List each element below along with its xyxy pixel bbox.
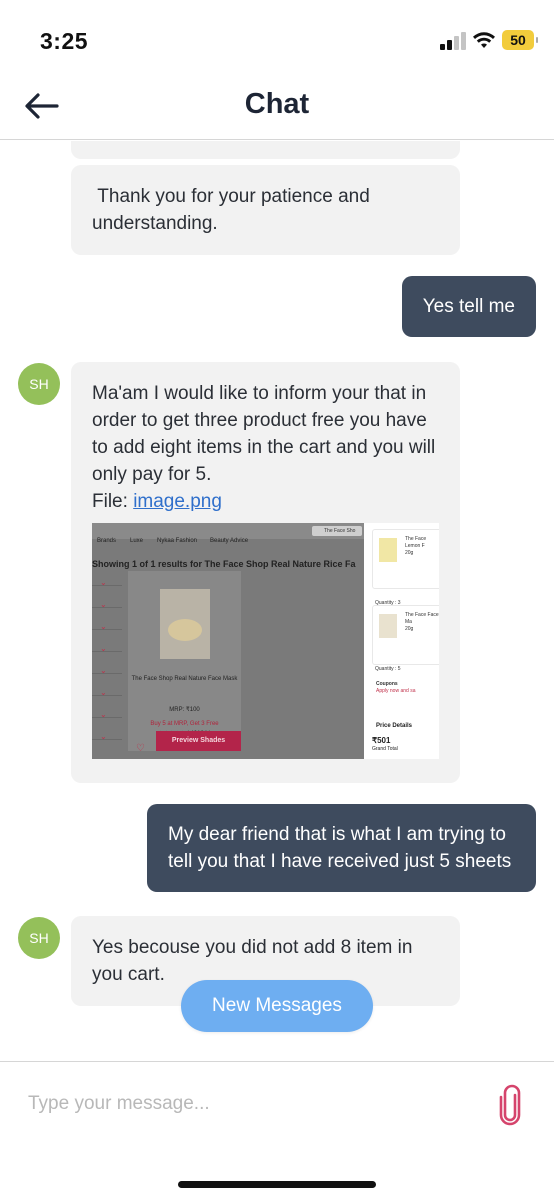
home-indicator — [178, 1181, 376, 1188]
cart-item-name: The Face Lemon F — [405, 536, 427, 549]
cart-item-size: 20g — [405, 626, 414, 632]
file-label: File: — [92, 491, 134, 512]
attachment-nav: Brands Luxe Nykaa Fashion Beauty Advice … — [92, 523, 364, 544]
image-attachment[interactable]: Brands Luxe Nykaa Fashion Beauty Advice … — [92, 523, 439, 759]
message-text: Yes becouse you did not add 8 item in yo… — [92, 937, 413, 985]
status-time: 3:25 — [40, 28, 89, 54]
coupons-subtitle: Apply now and sa — [376, 688, 416, 694]
new-messages-button[interactable]: New Messages — [181, 980, 373, 1032]
message-text: My dear friend that is what I am trying … — [168, 824, 512, 872]
coupons-section: Coupons Apply now and sa — [376, 681, 415, 695]
message-text: Yes tell me — [422, 296, 515, 317]
preview-shades-button: Preview Shades — [156, 731, 241, 751]
heart-icon: ♡ — [136, 743, 145, 754]
attachment-cart-panel: The Face Lemon F 20g Quantity : 3 The Fac… — [364, 523, 439, 759]
avatar: SH — [18, 363, 60, 405]
cart-item: The Face Face Ma 20g Quantity : 5 — [372, 605, 439, 672]
cart-item-qty: Quantity : 5 — [375, 666, 401, 672]
message-text: Thank you for your patience and understa… — [92, 186, 376, 234]
chat-screen: 3:25 50 Chat Thank you for your patience… — [0, 0, 554, 1200]
message-composer — [0, 1061, 554, 1200]
grand-total: ₹501 Grand Total — [372, 737, 398, 753]
message-bubble-outgoing: Yes tell me — [401, 276, 536, 337]
product-image — [160, 589, 210, 659]
cart-item-name: The Face Face Ma — [405, 612, 439, 625]
battery-icon: 50 — [502, 30, 538, 50]
grand-total-label: Grand Total — [372, 746, 398, 752]
message-bubble-incoming: Thank you for your patience and understa… — [71, 165, 460, 255]
message-input[interactable] — [20, 1084, 480, 1124]
wifi-icon — [473, 32, 495, 48]
paperclip-icon[interactable] — [496, 1084, 524, 1126]
status-bar: 3:25 50 — [0, 0, 554, 80]
message-bubble-incoming: Ma'am I would like to inform your that i… — [71, 362, 460, 783]
product-name: The Face Shop Real Nature Face Mask — [131, 676, 238, 682]
chat-header: Chat — [0, 80, 554, 140]
file-line: File: image.png — [92, 488, 439, 515]
message-bubble-outgoing: My dear friend that is what I am trying … — [147, 804, 536, 892]
cellular-signal-icon — [440, 32, 466, 50]
message-text: Ma'am I would like to inform your that i… — [92, 383, 436, 485]
cart-item-size: 20g — [405, 550, 414, 556]
cart-item-thumb — [379, 614, 397, 638]
page-title: Chat — [244, 88, 310, 120]
message-bubble-partial — [71, 141, 460, 159]
file-link[interactable]: image.png — [133, 491, 222, 512]
avatar: SH — [18, 917, 60, 959]
cart-item: The Face Lemon F 20g Quantity : 3 — [372, 529, 439, 606]
grand-total-value: ₹501 — [372, 736, 391, 745]
cart-item-thumb — [379, 538, 397, 562]
attachment-search: The Face Sho — [312, 526, 362, 536]
attachment-product-card: The Face Shop Real Nature Face Mask MRP:… — [128, 571, 241, 754]
message-list[interactable]: Thank you for your patience and understa… — [0, 141, 554, 1061]
coupons-title: Coupons — [376, 681, 398, 687]
